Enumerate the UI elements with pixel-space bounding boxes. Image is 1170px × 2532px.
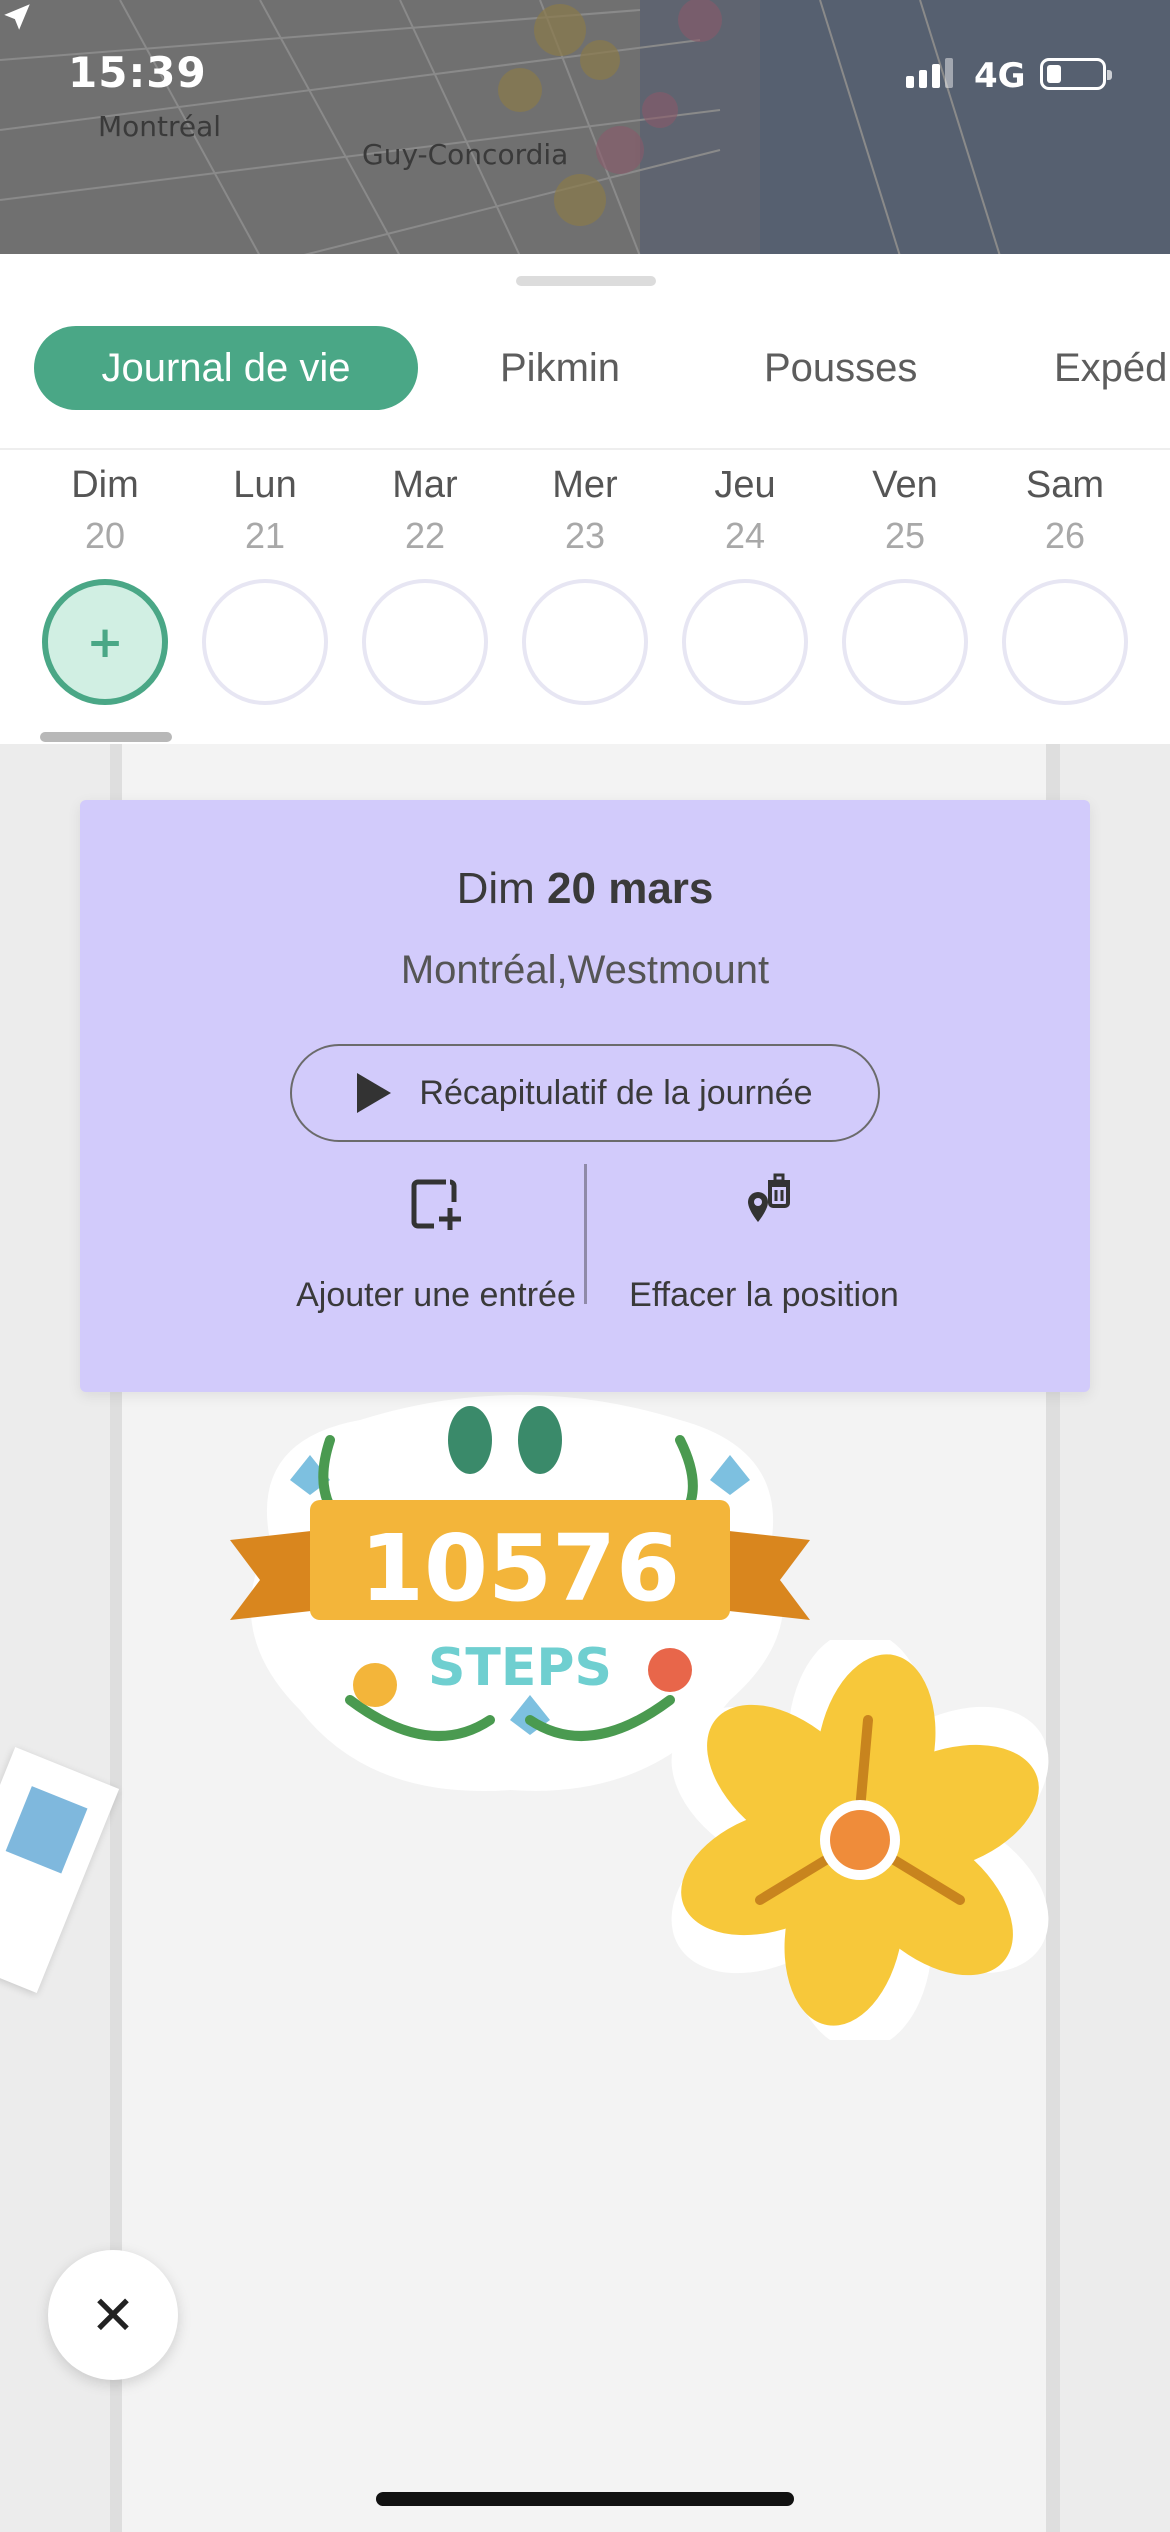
tab-pousses[interactable]: Pousses	[764, 326, 917, 410]
day-name: Jeu	[714, 464, 776, 506]
day-recap-button[interactable]: Récapitulatif de la journée	[290, 1044, 880, 1142]
day-number: 24	[724, 515, 766, 556]
day-number: 23	[564, 515, 606, 556]
day-wednesday[interactable]: Mer 23	[520, 464, 650, 705]
close-button[interactable]: ✕	[48, 2250, 178, 2380]
day-thursday[interactable]: Jeu 24	[680, 464, 810, 705]
day-circle[interactable]	[1002, 579, 1128, 705]
day-info-card: Dim 20 mars Montréal,Westmount Récapitul…	[80, 800, 1090, 1392]
day-name: Dim	[71, 464, 139, 506]
week-selector: Dim 20 + Lun 21 Mar 22 Mer 23 Jeu 24 Ven…	[0, 464, 1170, 744]
add-entry-label: Ajouter une entrée	[296, 1276, 576, 1314]
steps-count: 10576	[360, 1515, 680, 1622]
card-day-date: 20 mars	[547, 864, 714, 913]
day-number: 25	[884, 515, 926, 556]
map-label-montreal: Montréal	[98, 110, 222, 143]
day-sunday[interactable]: Dim 20 +	[40, 464, 170, 705]
card-date: Dim 20 mars	[80, 864, 1090, 914]
clear-location-label: Effacer la position	[629, 1276, 899, 1314]
battery-icon	[1040, 58, 1112, 90]
card-location: Montréal,Westmount	[400, 948, 770, 992]
day-circle[interactable]	[362, 579, 488, 705]
location-trash-icon	[748, 1173, 790, 1222]
tab-bar: Journal de vie Pikmin Pousses Expéd	[0, 326, 1170, 422]
day-name: Sam	[1025, 464, 1105, 506]
day-circle[interactable]	[202, 579, 328, 705]
day-number: 20	[84, 515, 126, 556]
location-arrow-icon	[4, 4, 30, 30]
day-name: Mer	[552, 464, 618, 506]
tabs-divider	[0, 448, 1170, 450]
steps-label: STEPS	[428, 1638, 612, 1698]
day-circle[interactable]	[842, 579, 968, 705]
recap-label: Récapitulatif de la journée	[419, 1073, 813, 1112]
day-circle[interactable]	[522, 579, 648, 705]
selected-day-indicator	[40, 732, 172, 742]
day-name: Mar	[392, 464, 458, 506]
sheet-grabber[interactable]	[516, 276, 656, 286]
map-background: Montréal Guy-Concordia 15:39 4G	[0, 0, 1170, 256]
clear-location-button[interactable]: Effacer la position	[604, 1172, 924, 1315]
stamp-sticker	[0, 1747, 120, 1993]
day-tuesday[interactable]: Mar 22	[360, 464, 490, 705]
add-entry-button[interactable]: Ajouter une entrée	[276, 1172, 596, 1315]
close-icon: ✕	[90, 2283, 136, 2347]
tab-journal-de-vie[interactable]: Journal de vie	[34, 326, 418, 410]
network-type: 4G	[974, 56, 1026, 96]
tab-pikmin[interactable]: Pikmin	[500, 326, 620, 410]
bottom-sheet: Journal de vie Pikmin Pousses Expéd Dim …	[0, 254, 1170, 744]
flower-sticker	[671, 1640, 1049, 2040]
play-icon	[357, 1073, 392, 1113]
signal-strength-icon	[906, 58, 953, 88]
plus-icon: +	[86, 616, 124, 668]
card-day-name: Dim	[456, 864, 535, 913]
day-friday[interactable]: Ven 25	[840, 464, 970, 705]
add-day-entry-button[interactable]: +	[42, 579, 168, 705]
day-number: 21	[244, 515, 286, 556]
day-saturday[interactable]: Sam 26	[1000, 464, 1130, 705]
home-indicator[interactable]	[376, 2492, 794, 2506]
day-number: 26	[1044, 515, 1086, 556]
day-monday[interactable]: Lun 21	[200, 464, 330, 705]
day-name: Lun	[233, 464, 297, 506]
status-time: 15:39	[68, 48, 207, 97]
day-circle[interactable]	[682, 579, 808, 705]
day-number: 22	[404, 515, 446, 556]
add-entry-icon	[411, 1179, 461, 1230]
tab-expeditions[interactable]: Expéd	[1054, 326, 1167, 410]
map-label-guy-concordia: Guy-Concordia	[362, 138, 569, 171]
day-name: Ven	[872, 464, 938, 506]
